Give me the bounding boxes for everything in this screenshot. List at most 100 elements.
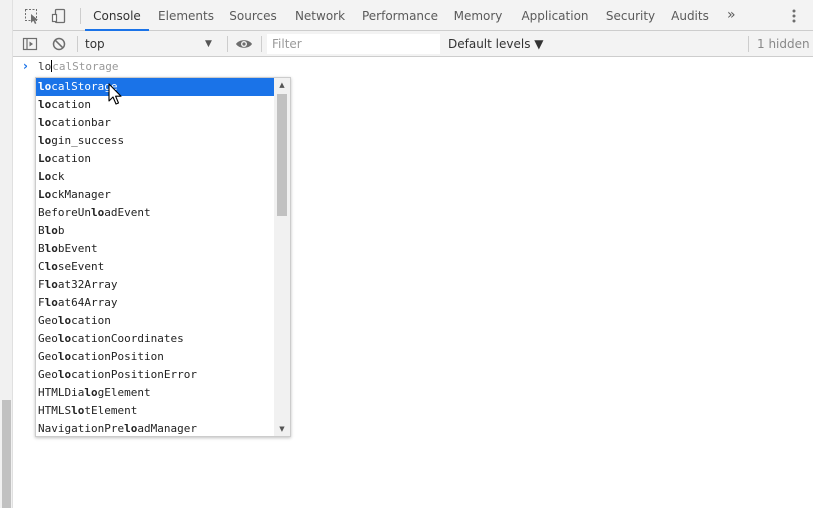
- suggestion-item[interactable]: BeforeUnloadEvent: [36, 204, 274, 222]
- suggestion-suffix: cationPositionError: [71, 368, 197, 381]
- suggestion-match: lo: [57, 314, 72, 327]
- suggestion-match: Lo: [38, 170, 52, 183]
- suggestion-match: lo: [44, 260, 58, 273]
- scroll-up-icon[interactable]: ▲: [274, 78, 290, 92]
- suggestion-match: lo: [57, 350, 72, 363]
- more-tabs-button[interactable]: »: [727, 0, 736, 31]
- suggestion-item[interactable]: locationbar: [36, 114, 274, 132]
- suggestion-item[interactable]: localStorage: [36, 78, 274, 96]
- suggestion-prefix: F: [38, 278, 45, 291]
- tab-memory[interactable]: Memory: [449, 0, 507, 31]
- suggestion-match: Lo: [38, 152, 52, 165]
- suggestion-suffix: b: [57, 224, 65, 237]
- suggestion-suffix: tElement: [84, 404, 138, 417]
- suggestion-item[interactable]: Lock: [36, 168, 274, 186]
- suggestion-item[interactable]: login_success: [36, 132, 274, 150]
- suggestion-scrollbar-thumb[interactable]: [277, 94, 287, 216]
- hidden-messages-count: 1 hidden: [757, 37, 810, 51]
- suggestion-prefix: B: [38, 242, 45, 255]
- suggestion-item[interactable]: GeolocationCoordinates: [36, 330, 274, 348]
- tab-application[interactable]: Application: [516, 0, 594, 31]
- suggestion-match: lo: [44, 296, 58, 309]
- suggestion-match: lo: [124, 422, 138, 435]
- show-sidebar-icon[interactable]: [22, 36, 38, 52]
- toolbar-separator: [227, 36, 228, 52]
- suggestion-prefix: HTMLS: [38, 404, 72, 417]
- tab-network[interactable]: Network: [291, 0, 349, 31]
- suggestion-match: lo: [44, 278, 58, 291]
- tab-label: Security: [605, 9, 656, 23]
- suggestion-match: lo: [38, 98, 52, 111]
- tab-label: Application: [521, 9, 589, 23]
- suggestion-prefix: B: [38, 224, 45, 237]
- device-toolbar-icon[interactable]: [51, 8, 67, 24]
- suggestion-item[interactable]: GeolocationPosition: [36, 348, 274, 366]
- suggestion-item[interactable]: Float64Array: [36, 294, 274, 312]
- tab-label: Performance: [361, 9, 439, 23]
- suggestion-suffix: ck: [51, 170, 65, 183]
- suggestion-suffix: cation: [71, 314, 111, 327]
- suggestion-prefix: NavigationPre: [38, 422, 125, 435]
- clear-console-icon[interactable]: [51, 36, 67, 52]
- more-options-icon[interactable]: [789, 8, 799, 24]
- execution-context-select[interactable]: top: [85, 34, 219, 54]
- suggestion-item[interactable]: GeolocationPositionError: [36, 366, 274, 384]
- suggestion-item[interactable]: location: [36, 96, 274, 114]
- tab-sources[interactable]: Sources: [225, 0, 281, 31]
- suggestion-item[interactable]: CloseEvent: [36, 258, 274, 276]
- suggestion-match: lo: [38, 116, 52, 129]
- suggestion-suffix: bEvent: [57, 242, 98, 255]
- suggestion-prefix: BeforeUn: [38, 206, 91, 219]
- suggestion-prefix: F: [38, 296, 45, 309]
- suggestion-item[interactable]: Blob: [36, 222, 274, 240]
- suggestion-prefix: Geo: [38, 368, 58, 381]
- tab-label: Elements: [158, 9, 214, 23]
- tab-security[interactable]: Security: [602, 0, 659, 31]
- suggestion-match: lo: [57, 368, 72, 381]
- tab-label: Network: [294, 9, 346, 23]
- filter-input[interactable]: [267, 34, 440, 54]
- suggestion-item[interactable]: HTMLSlotElement: [36, 402, 274, 420]
- suggestion-prefix: HTMLDia: [38, 386, 85, 399]
- console-prompt-input[interactable]: localStorage: [38, 60, 118, 73]
- tab-audits[interactable]: Audits: [668, 0, 712, 31]
- suggestion-suffix: seEvent: [57, 260, 105, 273]
- suggestion-item[interactable]: Geolocation: [36, 312, 274, 330]
- suggestion-item[interactable]: Float32Array: [36, 276, 274, 294]
- suggestion-match: Lo: [38, 188, 52, 201]
- inspect-element-icon[interactable]: [24, 8, 40, 24]
- suggestion-list: localStorage location locationbar login_suc…: [36, 78, 274, 436]
- tab-performance[interactable]: Performance: [359, 0, 441, 31]
- page-scrollbar-thumb[interactable]: [2, 400, 11, 508]
- autocomplete-ghost-text: calStorage: [52, 60, 119, 73]
- suggestion-suffix: cationCoordinates: [71, 332, 184, 345]
- console-toolbar: top ▼ Default levels ▼ 1 hidden: [13, 31, 813, 57]
- suggestion-suffix: at64Array: [57, 296, 118, 309]
- suggestion-item[interactable]: NavigationPreloadManager: [36, 420, 274, 436]
- suggestion-item[interactable]: Location: [36, 150, 274, 168]
- chevron-down-icon: ▼: [205, 39, 212, 49]
- mouse-pointer-icon: [108, 83, 122, 105]
- suggestion-item[interactable]: HTMLDialogElement: [36, 384, 274, 402]
- suggestion-scrollbar[interactable]: ▲ ▼: [274, 78, 290, 436]
- suggestion-match: lo: [71, 404, 85, 417]
- tab-console[interactable]: Console: [85, 0, 149, 31]
- log-levels-dropdown[interactable]: Default levels ▼: [448, 34, 544, 54]
- suggestion-match: lo: [44, 224, 58, 237]
- suggestion-item[interactable]: LockManager: [36, 186, 274, 204]
- autocomplete-dropdown: localStorage location locationbar login_suc…: [35, 77, 291, 437]
- suggestion-suffix: gElement: [97, 386, 151, 399]
- suggestion-item[interactable]: BlobEvent: [36, 240, 274, 258]
- suggestion-prefix: Geo: [38, 314, 58, 327]
- suggestion-match: lo: [57, 332, 72, 345]
- tab-elements[interactable]: Elements: [153, 0, 219, 31]
- scroll-down-icon[interactable]: ▼: [274, 422, 290, 436]
- eye-icon[interactable]: [235, 36, 253, 52]
- suggestion-suffix: cation: [51, 98, 91, 111]
- suggestion-prefix: C: [38, 260, 45, 273]
- toolbar-separator: [77, 36, 78, 52]
- suggestion-suffix: ckManager: [51, 188, 111, 201]
- page-scrollbar[interactable]: [0, 0, 13, 508]
- suggestion-prefix: Geo: [38, 350, 58, 363]
- tab-label: Audits: [671, 9, 709, 23]
